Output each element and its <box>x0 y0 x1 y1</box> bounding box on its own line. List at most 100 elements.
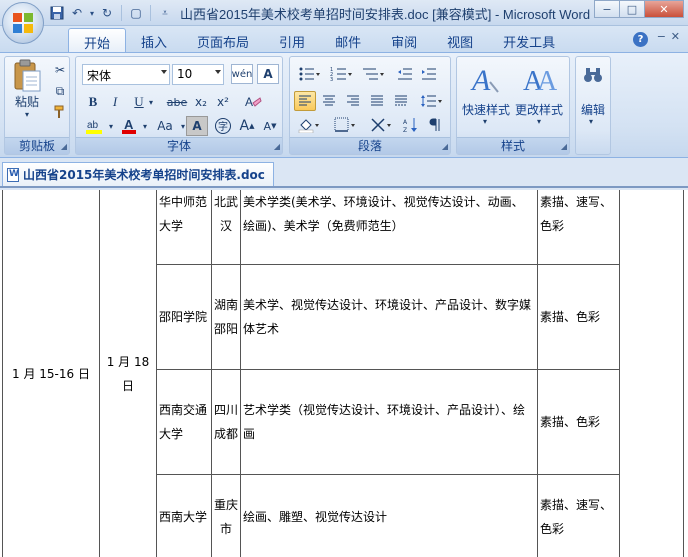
font-size-combo[interactable]: 10 <box>172 64 224 85</box>
maximize-icon[interactable]: □ <box>619 0 645 18</box>
increase-indent-icon[interactable] <box>418 64 440 84</box>
date-range-cell: 1 月 15-16 日 <box>2 190 100 557</box>
minimize-icon[interactable]: − <box>594 0 620 18</box>
paragraph-group-label: 段落 <box>290 137 450 154</box>
school-cell: 邵阳学院 <box>156 264 212 370</box>
subjects-cell: 素描、速写、色彩 <box>537 474 620 557</box>
numbering-button[interactable]: 123 <box>326 64 356 84</box>
align-center-button[interactable] <box>318 91 340 111</box>
font-color-dropdown-icon[interactable]: ▾ <box>140 116 150 136</box>
doc-close-icon[interactable]: ✕ <box>671 30 680 43</box>
exam-date-cell: 1 月 18 日 <box>99 190 157 557</box>
school-cell: 西南交通大学 <box>156 369 212 475</box>
new-doc-icon[interactable]: ▢ <box>127 4 145 22</box>
align-left-button[interactable] <box>294 91 316 111</box>
svg-text:A: A <box>537 66 557 96</box>
multilevel-list-button[interactable] <box>358 64 388 84</box>
font-color-button[interactable]: A <box>118 116 140 136</box>
borders-button[interactable] <box>330 115 360 135</box>
svg-text:A: A <box>470 64 491 96</box>
save-icon[interactable] <box>48 4 66 22</box>
clipboard-launcher-icon[interactable]: ◢ <box>61 142 67 151</box>
shrink-font-button[interactable]: A ▼ <box>259 116 281 136</box>
distributed-button[interactable] <box>390 91 412 111</box>
grow-font-button[interactable]: A ▲ <box>236 116 258 136</box>
redo-icon[interactable]: ↻ <box>98 4 116 22</box>
sort-icon[interactable]: AZ <box>400 115 422 135</box>
editing-button[interactable]: 编辑 ▾ <box>578 61 608 129</box>
ribbon-minimize-icon[interactable]: − <box>657 30 666 43</box>
clear-formatting-icon[interactable]: A <box>240 92 266 112</box>
format-painter-icon[interactable] <box>49 102 71 122</box>
document-tab[interactable]: 山西省2015年美术校考单招时间安排表.doc <box>2 162 274 186</box>
document-area[interactable]: 1 月 15-16 日 1 月 18 日 华中师范大学 北武汉 美术学类(美术学… <box>0 190 688 557</box>
quick-styles-label: 快速样式 <box>462 103 511 117</box>
change-case-button[interactable]: Aa <box>152 116 178 136</box>
align-right-button[interactable] <box>342 91 364 111</box>
undo-icon[interactable]: ↶ <box>68 4 86 22</box>
paragraph-launcher-icon[interactable]: ◢ <box>442 142 448 151</box>
chinese-layout-button[interactable] <box>366 115 396 135</box>
tab-mailings[interactable]: 邮件 <box>320 28 376 52</box>
paste-button[interactable]: 粘贴 ▾ <box>8 59 46 119</box>
customize-qat-icon[interactable]: ⩡ <box>156 4 174 22</box>
change-styles-button[interactable]: A A 更改样式 ▾ <box>514 61 566 131</box>
tab-view[interactable]: 视图 <box>432 28 488 52</box>
tab-review[interactable]: 审阅 <box>376 28 432 52</box>
phonetic-guide-icon[interactable]: wén <box>231 64 253 84</box>
clipboard-group: 粘贴 ▾ ✂ ⧉ 剪贴板 ◢ <box>4 56 70 155</box>
copy-icon[interactable]: ⧉ <box>49 81 71 101</box>
tab-developer[interactable]: 开发工具 <box>488 28 570 52</box>
svg-text:Z: Z <box>403 127 407 133</box>
tab-insert[interactable]: 插入 <box>126 28 182 52</box>
line-spacing-button[interactable] <box>416 91 446 111</box>
decrease-indent-icon[interactable] <box>394 64 416 84</box>
strikethrough-button[interactable]: abe <box>164 92 190 112</box>
justify-button[interactable] <box>366 91 388 111</box>
styles-launcher-icon[interactable]: ◢ <box>561 142 567 151</box>
highlight-color-button[interactable]: ab <box>82 116 106 136</box>
qat-separator <box>121 5 122 21</box>
quick-styles-icon: A <box>470 64 499 96</box>
majors-cell: 美术学类(美术学、环境设计、视觉传达设计、动画、绘画)、美术学（免费师范生） <box>240 190 538 265</box>
char-border-icon[interactable]: A <box>257 64 279 84</box>
change-styles-label: 更改样式 <box>515 103 564 117</box>
city-cell: 重庆市 <box>211 474 241 557</box>
superscript-button[interactable]: x² <box>212 92 234 112</box>
svg-text:A: A <box>403 119 408 126</box>
quick-styles-dropdown-icon: ▾ <box>483 117 488 126</box>
office-button[interactable] <box>2 2 44 44</box>
enclose-char-icon[interactable]: 字 <box>212 116 234 136</box>
help-icon[interactable]: ? <box>633 32 648 47</box>
italic-button[interactable]: I <box>104 92 126 112</box>
office-logo-icon <box>13 13 33 33</box>
tab-page-layout[interactable]: 页面布局 <box>182 28 264 52</box>
font-size-value: 10 <box>177 67 193 81</box>
window-controls: − □ ✕ <box>594 0 684 18</box>
char-shading-icon[interactable]: A <box>186 116 208 136</box>
undo-dropdown-icon[interactable]: ▾ <box>88 4 96 22</box>
shading-button[interactable] <box>294 115 324 135</box>
close-icon[interactable]: ✕ <box>644 0 684 18</box>
underline-dropdown-icon[interactable]: ▾ <box>146 92 156 112</box>
editing-dropdown-icon: ▾ <box>589 117 594 126</box>
svg-text:A: A <box>124 117 134 132</box>
cut-icon[interactable]: ✂ <box>49 60 71 80</box>
bullets-button[interactable] <box>294 64 324 84</box>
clipboard-group-label: 剪贴板 <box>5 137 69 154</box>
city-cell: 四川成都 <box>211 369 241 475</box>
highlight-dropdown-icon[interactable]: ▾ <box>106 116 116 136</box>
font-group-label: 字体 <box>76 137 282 154</box>
bold-button[interactable]: B <box>82 92 104 112</box>
subscript-button[interactable]: x₂ <box>190 92 212 112</box>
editing-label: 编辑 <box>581 103 606 117</box>
show-formatting-icon[interactable] <box>424 115 446 135</box>
font-launcher-icon[interactable]: ◢ <box>274 142 280 151</box>
document-tab-label: 山西省2015年美术校考单招时间安排表.doc <box>23 168 265 182</box>
tab-home[interactable]: 开始 <box>68 28 127 52</box>
tab-references[interactable]: 引用 <box>264 28 320 52</box>
majors-cell: 艺术学类（视觉传达设计、环境设计、产品设计）、绘画 <box>240 369 538 475</box>
word-doc-icon <box>7 168 19 182</box>
font-name-combo[interactable]: 宋体 <box>82 64 170 85</box>
quick-styles-button[interactable]: A 快速样式 ▾ <box>460 61 512 131</box>
